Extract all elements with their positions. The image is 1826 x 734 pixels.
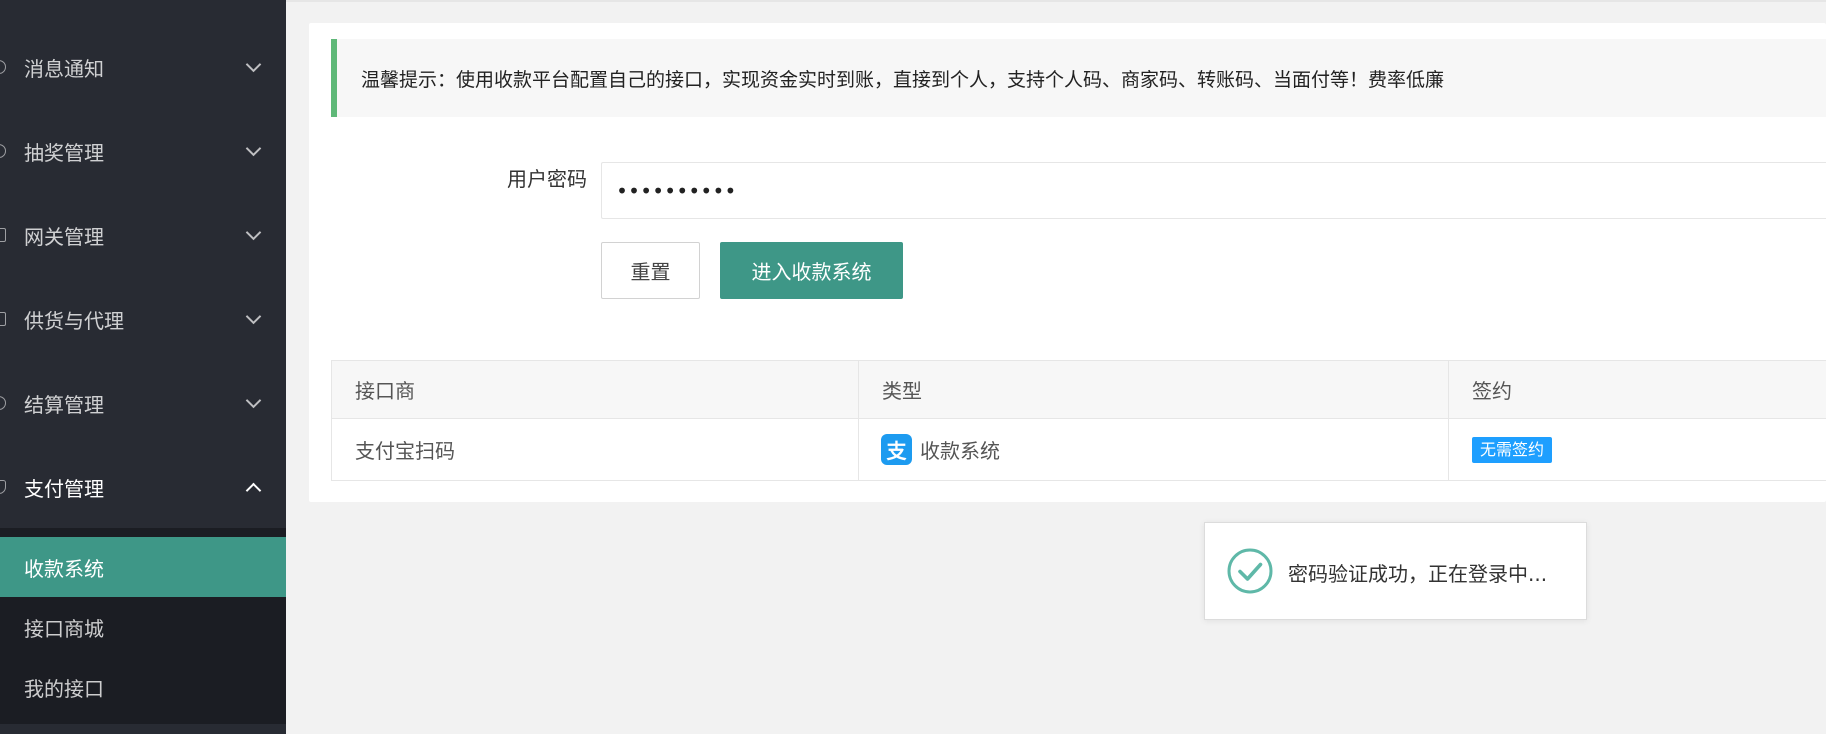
column-header-provider: 接口商 bbox=[332, 361, 859, 418]
shield-icon bbox=[0, 480, 6, 494]
password-label: 用户密码 bbox=[507, 167, 587, 191]
menu-group-lottery[interactable]: 抽奖管理 bbox=[0, 109, 286, 193]
bell-icon bbox=[0, 60, 6, 74]
provider-cell: 支付宝扫码 bbox=[332, 419, 859, 480]
column-header-sign: 签约 bbox=[1472, 379, 1512, 403]
sidebar: 消息通知 抽奖管理 网关管理 供货与代理 结算管理 支付管理 收款系统 接口商城… bbox=[0, 0, 286, 734]
sign-cell: 无需签约 bbox=[1449, 419, 1826, 480]
table-row[interactable]: 支付宝扫码 支 收款系统 无需签约 bbox=[332, 419, 1826, 480]
sidebar-item-collection-system[interactable]: 收款系统 bbox=[0, 537, 286, 597]
password-field[interactable] bbox=[601, 162, 1826, 219]
menu-group-label: 支付管理 bbox=[24, 476, 104, 501]
gateway-icon bbox=[0, 228, 6, 242]
menu-group-gateway[interactable]: 网关管理 bbox=[0, 193, 286, 277]
chevron-down-icon bbox=[245, 224, 262, 241]
chevron-down-icon bbox=[245, 56, 262, 73]
type-label: 收款系统 bbox=[920, 439, 1000, 463]
sidebar-item-my-api[interactable]: 我的接口 bbox=[0, 657, 286, 717]
chevron-up-icon bbox=[245, 482, 262, 499]
chevron-down-icon bbox=[245, 140, 262, 157]
chevron-down-icon bbox=[245, 308, 262, 325]
enter-collection-system-button[interactable]: 进入收款系统 bbox=[720, 242, 903, 299]
menu-group-settlement[interactable]: 结算管理 bbox=[0, 361, 286, 445]
menu-group-notifications[interactable]: 消息通知 bbox=[0, 25, 286, 109]
settlement-icon bbox=[0, 396, 6, 410]
menu-group-label: 抽奖管理 bbox=[24, 140, 104, 165]
payment-submenu: 收款系统 接口商城 我的接口 bbox=[0, 528, 286, 724]
menu-group-supply-agent[interactable]: 供货与代理 bbox=[0, 277, 286, 361]
tip-banner: 温馨提示：使用收款平台配置自己的接口，实现资金实时到账，直接到个人，支持个人码、… bbox=[331, 39, 1826, 117]
provider-table: 接口商 类型 签约 支付宝扫码 支 收款系统 无需签约 bbox=[331, 360, 1826, 481]
gift-icon bbox=[0, 144, 6, 158]
success-toast: 密码验证成功，正在登录中... bbox=[1204, 522, 1587, 620]
main-card: 温馨提示：使用收款平台配置自己的接口，实现资金实时到账，直接到个人，支持个人码、… bbox=[309, 23, 1826, 502]
reset-button[interactable]: 重置 bbox=[601, 242, 700, 299]
type-cell: 支 收款系统 bbox=[859, 419, 1449, 480]
menu-group-payment[interactable]: 支付管理 bbox=[0, 445, 286, 529]
chevron-down-icon bbox=[245, 392, 262, 409]
table-header-row: 接口商 类型 签约 bbox=[332, 361, 1826, 419]
column-header-type: 类型 bbox=[859, 361, 1449, 418]
sidebar-item-api-store[interactable]: 接口商城 bbox=[0, 597, 286, 657]
top-divider bbox=[286, 0, 1826, 2]
check-circle-icon bbox=[1227, 548, 1273, 594]
status-badge: 无需签约 bbox=[1472, 436, 1553, 463]
menu-group-label: 消息通知 bbox=[24, 56, 104, 81]
menu-group-label: 结算管理 bbox=[24, 392, 104, 417]
supply-icon bbox=[0, 312, 6, 326]
toast-message: 密码验证成功，正在登录中... bbox=[1288, 562, 1548, 586]
menu-group-label: 供货与代理 bbox=[24, 308, 124, 333]
menu-group-label: 网关管理 bbox=[24, 224, 104, 249]
alipay-icon: 支 bbox=[881, 434, 912, 465]
